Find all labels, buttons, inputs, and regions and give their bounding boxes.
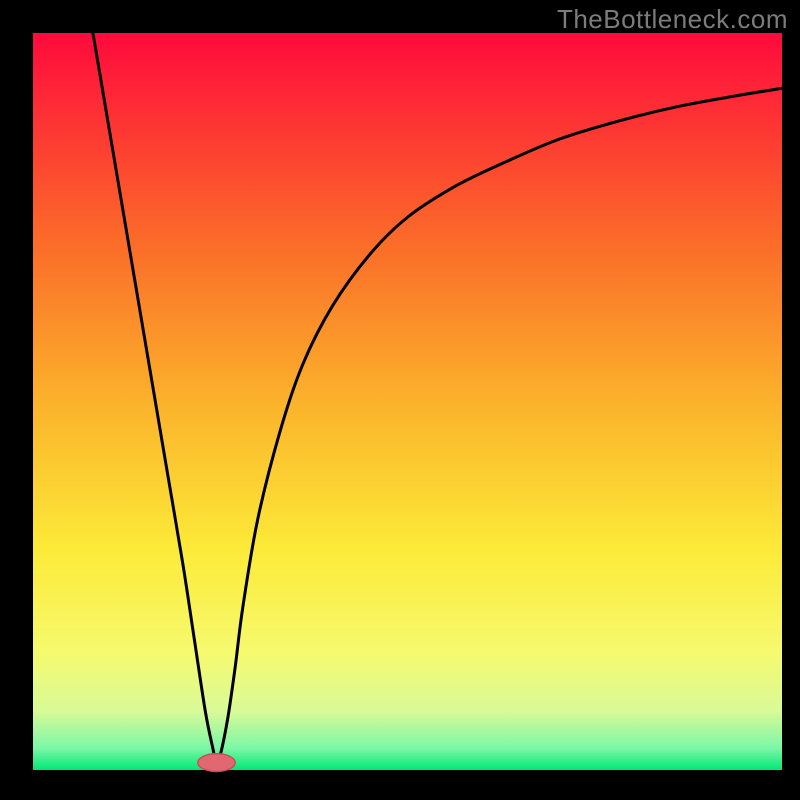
plot-background (33, 33, 782, 770)
chart-frame: { "watermark": "TheBottleneck.com", "col… (0, 0, 800, 800)
bottleneck-chart (0, 0, 800, 800)
watermark: TheBottleneck.com (557, 4, 788, 35)
min-marker (198, 754, 235, 772)
